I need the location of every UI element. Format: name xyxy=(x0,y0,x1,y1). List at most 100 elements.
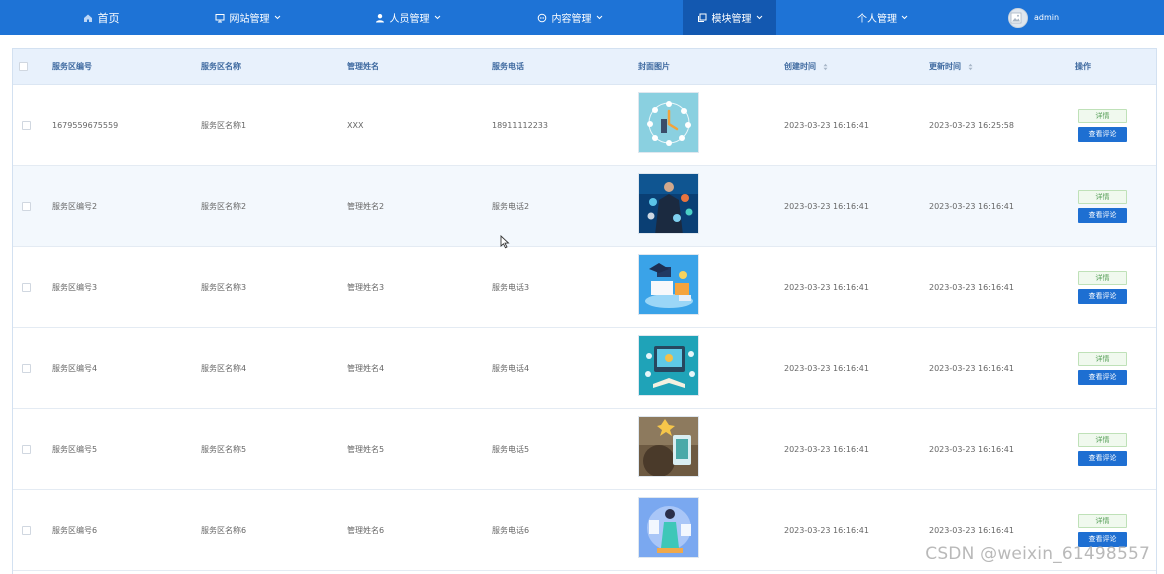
nav-personnel-management[interactable]: 人员管理 xyxy=(360,0,455,35)
home-icon xyxy=(83,14,92,22)
header-manager: 管理姓名 xyxy=(347,62,379,71)
cell-updated: 2023-03-23 16:16:41 xyxy=(929,445,1014,454)
top-navbar: 首页 网站管理 人员管理 内容管理 模块管理 个人管理 admin xyxy=(0,0,1164,35)
view-reviews-button[interactable]: 查看评论 xyxy=(1078,451,1127,466)
table-row: 服务区编号3 服务区名称3 管理姓名3 服务电话3 2023-03-23 16:… xyxy=(13,247,1156,328)
user-name: admin xyxy=(1034,13,1060,22)
cell-phone: 服务电话2 xyxy=(492,202,530,211)
header-updated[interactable]: 更新时间 xyxy=(929,49,973,85)
chevron-down-icon xyxy=(434,15,440,20)
table-row: 服务区编号5 服务区名称5 管理姓名5 服务电话5 2023-03-23 16:… xyxy=(13,409,1156,490)
header-code: 服务区编号 xyxy=(52,62,92,71)
row-checkbox[interactable] xyxy=(22,121,31,130)
cell-code: 服务区编号2 xyxy=(52,202,98,211)
cell-updated: 2023-03-23 16:16:41 xyxy=(929,364,1014,373)
cover-image[interactable] xyxy=(638,497,699,558)
cell-name: 服务区名称2 xyxy=(201,202,247,211)
cell-code: 1679559675559 xyxy=(52,121,119,130)
cell-updated: 2023-03-23 16:16:41 xyxy=(929,283,1014,292)
cover-image[interactable] xyxy=(638,173,699,234)
view-reviews-button[interactable]: 查看评论 xyxy=(1078,127,1127,142)
detail-button[interactable]: 详情 xyxy=(1078,514,1127,528)
header-created-label: 创建时间 xyxy=(784,62,816,71)
cover-image[interactable] xyxy=(638,416,699,477)
chevron-down-icon xyxy=(596,15,602,20)
mouse-cursor-icon xyxy=(500,235,510,249)
cell-created: 2023-03-23 16:16:41 xyxy=(784,202,869,211)
copy-icon xyxy=(697,13,706,22)
cell-name: 服务区名称6 xyxy=(201,526,247,535)
view-reviews-button[interactable]: 查看评论 xyxy=(1078,208,1127,223)
avatar xyxy=(1008,7,1028,28)
user-icon xyxy=(375,13,384,22)
header-name: 服务区名称 xyxy=(201,62,241,71)
view-reviews-button[interactable]: 查看评论 xyxy=(1078,289,1127,304)
table-row: 服务区编号2 服务区名称2 管理姓名2 服务电话2 2023-03-23 16:… xyxy=(13,166,1156,247)
row-checkbox[interactable] xyxy=(22,445,31,454)
cell-created: 2023-03-23 16:16:41 xyxy=(784,283,869,292)
nav-personal-management[interactable]: 个人管理 xyxy=(835,0,930,35)
cell-manager: XXX xyxy=(347,121,364,130)
cell-updated: 2023-03-23 16:16:41 xyxy=(929,202,1014,211)
nav-module-label: 模块管理 xyxy=(711,14,752,25)
header-created[interactable]: 创建时间 xyxy=(784,49,828,85)
cell-created: 2023-03-23 16:16:41 xyxy=(784,364,869,373)
cell-phone: 服务电话5 xyxy=(492,445,530,454)
table-row: 服务区编号4 服务区名称4 管理姓名4 服务电话4 2023-03-23 16:… xyxy=(13,328,1156,409)
header-actions: 操作 xyxy=(1075,62,1091,71)
cell-name: 服务区名称3 xyxy=(201,283,247,292)
sort-icon[interactable] xyxy=(823,63,828,71)
cell-name: 服务区名称4 xyxy=(201,364,247,373)
cell-code: 服务区编号3 xyxy=(52,283,98,292)
select-all-checkbox[interactable] xyxy=(19,62,28,71)
cell-code: 服务区编号6 xyxy=(52,526,98,535)
cover-image[interactable] xyxy=(638,254,699,315)
row-checkbox[interactable] xyxy=(22,364,31,373)
nav-module-management[interactable]: 模块管理 xyxy=(683,0,776,35)
monitor-icon xyxy=(215,13,224,22)
detail-button[interactable]: 详情 xyxy=(1078,109,1127,123)
cell-updated: 2023-03-23 16:25:58 xyxy=(929,121,1014,130)
image-placeholder-icon xyxy=(1010,12,1021,23)
cell-phone: 服务电话6 xyxy=(492,526,530,535)
nav-home[interactable]: 首页 xyxy=(70,0,132,35)
cell-manager: 管理姓名6 xyxy=(347,526,385,535)
user-menu[interactable]: admin xyxy=(1008,0,1078,35)
cell-phone: 服务电话3 xyxy=(492,283,530,292)
header-phone: 服务电话 xyxy=(492,62,524,71)
nav-home-label: 首页 xyxy=(97,11,120,25)
table-row: 1679559675559 服务区名称1 XXX 18911112233 202… xyxy=(13,85,1156,166)
cell-created: 2023-03-23 16:16:41 xyxy=(784,445,869,454)
sort-icon[interactable] xyxy=(968,63,973,71)
table-header: 服务区编号 服务区名称 管理姓名 服务电话 封面图片 创建时间 更新时间 操作 xyxy=(13,49,1156,85)
view-reviews-button[interactable]: 查看评论 xyxy=(1078,370,1127,385)
nav-website-management[interactable]: 网站管理 xyxy=(200,0,295,35)
chat-icon xyxy=(537,13,546,22)
cell-created: 2023-03-23 16:16:41 xyxy=(784,526,869,535)
nav-personal-label: 个人管理 xyxy=(857,14,897,25)
cell-code: 服务区编号4 xyxy=(52,364,98,373)
detail-button[interactable]: 详情 xyxy=(1078,433,1127,447)
cell-manager: 管理姓名5 xyxy=(347,445,385,454)
row-checkbox[interactable] xyxy=(22,283,31,292)
cell-phone: 服务电话4 xyxy=(492,364,530,373)
cell-manager: 管理姓名4 xyxy=(347,364,385,373)
cell-manager: 管理姓名3 xyxy=(347,283,385,292)
detail-button[interactable]: 详情 xyxy=(1078,271,1127,285)
header-updated-label: 更新时间 xyxy=(929,62,961,71)
detail-button[interactable]: 详情 xyxy=(1078,190,1127,204)
nav-content-management[interactable]: 内容管理 xyxy=(522,0,617,35)
cover-image[interactable] xyxy=(638,335,699,396)
header-cover: 封面图片 xyxy=(638,62,670,71)
row-checkbox[interactable] xyxy=(22,202,31,211)
cell-name: 服务区名称1 xyxy=(201,121,247,130)
cell-created: 2023-03-23 16:16:41 xyxy=(784,121,869,130)
cover-image[interactable] xyxy=(638,92,699,153)
row-checkbox[interactable] xyxy=(22,526,31,535)
data-table: 服务区编号 服务区名称 管理姓名 服务电话 封面图片 创建时间 更新时间 操作 … xyxy=(12,48,1157,574)
chevron-down-icon xyxy=(274,15,280,20)
chevron-down-icon xyxy=(901,15,908,20)
nav-content-label: 内容管理 xyxy=(551,14,592,25)
watermark: CSDN @weixin_61498557 xyxy=(925,544,1150,564)
detail-button[interactable]: 详情 xyxy=(1078,352,1127,366)
